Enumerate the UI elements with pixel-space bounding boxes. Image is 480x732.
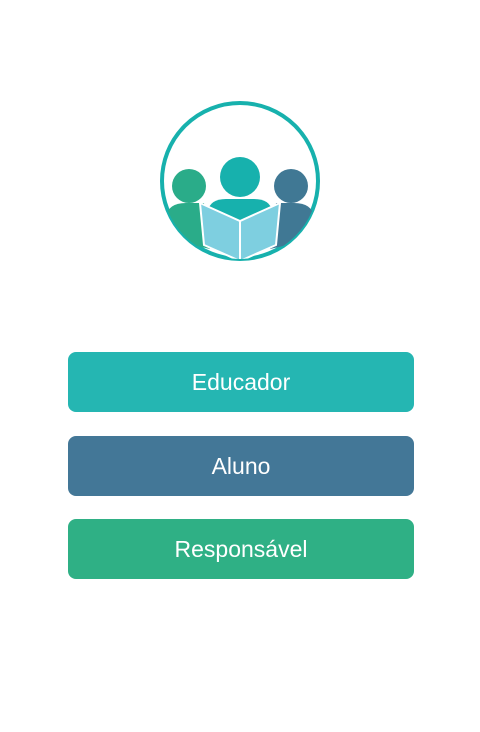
people-reading-book-icon [160,101,320,261]
aluno-button[interactable]: Aluno [68,436,414,496]
app-logo [158,99,322,263]
responsavel-button[interactable]: Responsável [68,519,414,579]
educador-button[interactable]: Educador [68,352,414,412]
